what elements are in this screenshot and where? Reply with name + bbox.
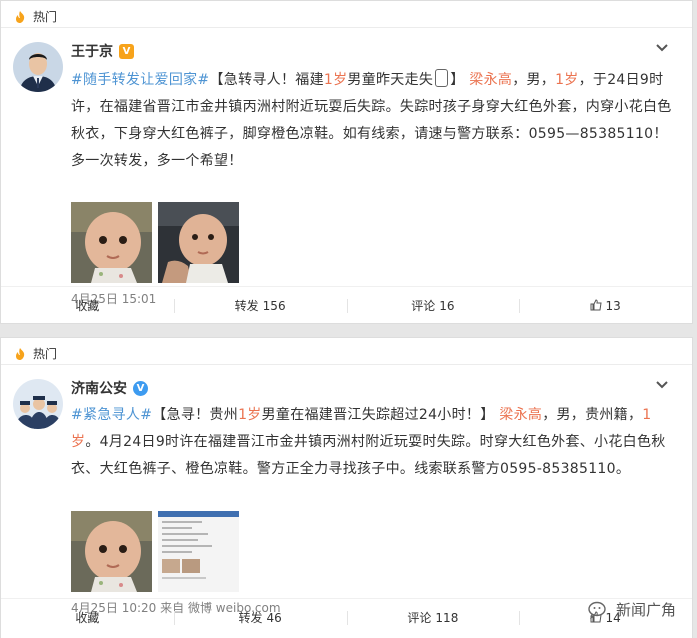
child-photo bbox=[71, 202, 152, 283]
wechat-icon bbox=[588, 601, 606, 619]
avatar[interactable] bbox=[13, 42, 63, 92]
post-text: #随手转发让爱回家#【急转寻人！福建1岁男童昨天走失】 梁永高，男，1岁，于24… bbox=[71, 67, 680, 175]
highlight-age: 1岁 bbox=[323, 72, 348, 88]
photo-thumbnail[interactable] bbox=[158, 202, 239, 283]
comment-label: 评论 bbox=[411, 298, 436, 313]
repost-label: 转发 bbox=[234, 298, 259, 313]
text-segment: 男童昨天走失 bbox=[347, 72, 434, 88]
comment-button[interactable]: 评论 118 bbox=[346, 609, 520, 627]
child-photo bbox=[71, 511, 152, 592]
watermark: 新闻广角 bbox=[588, 599, 676, 620]
action-bar: 收藏 转发 156 评论 16 13 bbox=[1, 286, 692, 324]
repost-button[interactable]: 转发 156 bbox=[173, 297, 347, 315]
photo-thumbnail[interactable] bbox=[71, 511, 152, 592]
text-segment: 】 bbox=[450, 72, 465, 88]
verified-badge-icon: V bbox=[133, 380, 148, 396]
highlight-age: 1岁 bbox=[555, 72, 579, 88]
author-name[interactable]: 王于京 bbox=[71, 41, 113, 61]
highlight-age: 1岁 bbox=[238, 407, 262, 423]
hot-label-row: 热门 bbox=[1, 338, 692, 365]
chevron-down-icon[interactable] bbox=[654, 40, 670, 56]
repost-count: 156 bbox=[262, 298, 286, 313]
avatar[interactable] bbox=[13, 379, 63, 429]
favorite-label: 收藏 bbox=[75, 610, 100, 625]
avatar-police-group bbox=[13, 379, 63, 429]
image-grid bbox=[71, 202, 239, 283]
repost-button[interactable]: 转发 46 bbox=[173, 609, 347, 627]
photo-thumbnail[interactable] bbox=[158, 511, 239, 592]
hot-label: 热门 bbox=[33, 347, 58, 361]
favorite-button[interactable]: 收藏 bbox=[1, 297, 174, 315]
photo-thumbnail[interactable] bbox=[71, 202, 152, 283]
like-button[interactable]: 13 bbox=[519, 297, 692, 315]
topic-link[interactable]: #紧急寻人# bbox=[71, 407, 152, 423]
comment-label: 评论 bbox=[407, 610, 432, 625]
topic-link[interactable]: #随手转发让爱回家# bbox=[71, 72, 209, 88]
text-segment: 【急寻！贵州 bbox=[152, 407, 239, 423]
comment-count: 16 bbox=[439, 298, 455, 313]
watermark-text: 新闻广角 bbox=[615, 601, 676, 619]
child-photo bbox=[158, 202, 239, 283]
verified-badge-icon: V bbox=[119, 43, 134, 59]
repost-label: 转发 bbox=[238, 610, 263, 625]
name-link[interactable]: 梁永高 bbox=[499, 407, 542, 423]
document-screenshot bbox=[158, 511, 239, 592]
repost-count: 46 bbox=[266, 610, 282, 625]
favorite-button[interactable]: 收藏 bbox=[1, 609, 174, 627]
favorite-label: 收藏 bbox=[75, 298, 100, 313]
text-segment: ，男， bbox=[512, 72, 556, 88]
weibo-card-1: 热门 王于京 V #随手转发让爱回家#【急转寻人！福建1岁男童昨天走失】 梁永高… bbox=[0, 0, 693, 324]
flame-icon bbox=[16, 347, 25, 360]
chevron-down-icon[interactable] bbox=[654, 377, 670, 393]
text-segment: 男童在福建晋江失踪超过24小时！】 bbox=[261, 407, 495, 423]
text-segment: 。4月24日9时许在福建晋江市金井镇丙洲村附近玩耍时失踪。时穿大红色外套、小花白… bbox=[71, 434, 666, 477]
phone-emoji-icon bbox=[435, 69, 449, 87]
flame-icon bbox=[16, 10, 25, 23]
comment-button[interactable]: 评论 16 bbox=[346, 297, 520, 315]
text-segment: ，男，贵州籍， bbox=[542, 407, 643, 423]
image-grid bbox=[71, 511, 239, 592]
name-link[interactable]: 梁永高 bbox=[469, 72, 512, 88]
comment-count: 118 bbox=[435, 610, 459, 625]
hot-label-row: 热门 bbox=[1, 1, 692, 28]
thumbs-up-icon bbox=[590, 298, 603, 310]
hot-label: 热门 bbox=[33, 10, 58, 24]
weibo-card-2: 热门 济南公安 V #紧急寻人#【急寻！贵州1岁男童在福建晋江失踪超过24小时！… bbox=[0, 337, 693, 638]
text-segment: 【急转寻人！福建 bbox=[209, 72, 324, 88]
like-count: 13 bbox=[605, 298, 621, 313]
post-text: #紧急寻人#【急寻！贵州1岁男童在福建晋江失踪超过24小时！】 梁永高，男，贵州… bbox=[71, 402, 680, 483]
avatar-police-officer bbox=[13, 42, 63, 92]
author-name[interactable]: 济南公安 bbox=[71, 378, 127, 398]
